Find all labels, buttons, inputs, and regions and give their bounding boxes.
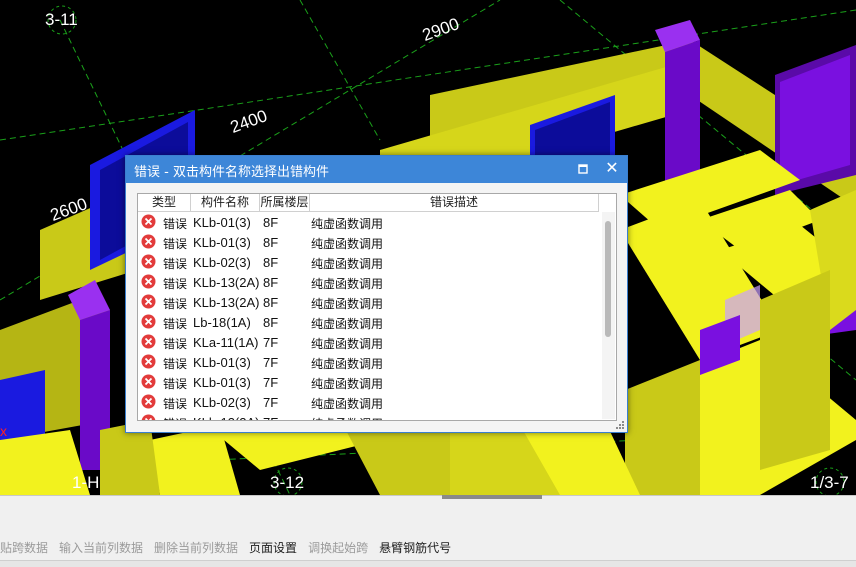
- cell-type: 错误: [163, 415, 187, 420]
- toolbar-button[interactable]: 删除当前列数据: [154, 539, 238, 556]
- toolbar-button[interactable]: 调换起始跨: [308, 539, 368, 556]
- maximize-icon[interactable]: [576, 162, 590, 176]
- cell-description: 纯虚函数调用: [311, 357, 384, 371]
- axis-label: 3-12: [270, 473, 305, 492]
- column-header-desc[interactable]: 错误描述: [310, 194, 599, 211]
- axis-label: 3-11: [45, 10, 78, 29]
- table-row[interactable]: 错误 KLb-02(3) 8F 纯虚函数调用: [138, 252, 599, 272]
- cell-description: 纯虚函数调用: [311, 217, 384, 231]
- cell-floor: 8F: [263, 315, 279, 330]
- resize-grip-icon[interactable]: [615, 420, 625, 430]
- svg-text:x: x: [0, 423, 7, 439]
- cell-description: 纯虚函数调用: [311, 337, 384, 351]
- table-row[interactable]: 错误 KLb-01(3) 7F 纯虚函数调用: [138, 352, 599, 372]
- cell-description: 纯虚函数调用: [311, 257, 384, 271]
- cell-description: 纯虚函数调用: [311, 297, 384, 311]
- toolbar-button[interactable]: 输入当前列数据: [59, 539, 143, 556]
- cell-floor: 7F: [263, 415, 278, 420]
- cell-description: 纯虚函数调用: [311, 277, 384, 291]
- error-icon: [141, 234, 156, 249]
- error-icon: [141, 414, 156, 420]
- cell-description: 纯虚函数调用: [311, 377, 384, 391]
- table-row[interactable]: 错误 KLa-11(1A) 7F 纯虚函数调用: [138, 332, 599, 352]
- dialog-titlebar[interactable]: 错误 - 双击构件名称选择出错构件 ✕: [126, 156, 627, 183]
- toolbar-button[interactable]: 悬臂钢筋代号: [379, 539, 451, 556]
- cell-floor: 8F: [263, 215, 279, 230]
- cell-floor: 8F: [263, 235, 279, 250]
- cell-floor: 8F: [263, 255, 279, 270]
- vertical-scrollbar[interactable]: [602, 212, 615, 419]
- cell-component-name[interactable]: KLa-11(1A): [193, 335, 259, 350]
- close-icon[interactable]: ✕: [604, 160, 620, 176]
- table-row[interactable]: 错误 KLb-13(2A) 8F 纯虚函数调用: [138, 272, 599, 292]
- error-dialog: 错误 - 双击构件名称选择出错构件 ✕ 类型 构件名称 所属楼层 错误描述 错误…: [125, 155, 628, 433]
- error-icon: [141, 374, 156, 389]
- cell-type: 错误: [163, 297, 188, 311]
- cell-type: 错误: [163, 337, 188, 351]
- column-header-type[interactable]: 类型: [138, 194, 191, 211]
- error-icon: [141, 294, 156, 309]
- cell-floor: 7F: [263, 375, 279, 390]
- cell-component-name[interactable]: KLb-01(3): [193, 235, 251, 250]
- cell-description: 纯虚函数调用: [311, 397, 384, 411]
- cell-floor: 7F: [263, 355, 279, 370]
- cell-component-name[interactable]: KLb-01(3): [193, 375, 251, 390]
- table-row[interactable]: 错误 KLb-01(3) 7F 纯虚函数调用: [138, 372, 599, 392]
- cell-floor: 7F: [263, 335, 279, 350]
- toolbar-button[interactable]: 粘贴跨数据: [0, 539, 48, 556]
- list-header: 类型 构件名称 所属楼层 错误描述: [138, 194, 599, 212]
- axis-label: 1/3-7: [810, 473, 849, 492]
- error-list[interactable]: 类型 构件名称 所属楼层 错误描述 错误 KLb-01(3) 8F 纯虚函数调用 错误 K…: [137, 193, 617, 421]
- cell-component-name[interactable]: KLb-13(2A): [193, 275, 259, 290]
- cell-type: 错误: [163, 277, 188, 291]
- cell-floor: 8F: [263, 295, 279, 310]
- axis-label: 1-H: [72, 473, 100, 492]
- error-icon: [141, 254, 156, 269]
- error-icon: [141, 354, 156, 369]
- cell-component-name[interactable]: Lb-18(1A): [193, 315, 251, 330]
- cell-type: 错误: [163, 357, 188, 371]
- cell-component-name[interactable]: KLb-01(3): [193, 355, 251, 370]
- toolbar-button[interactable]: 页面设置: [249, 539, 297, 556]
- column-header-name[interactable]: 构件名称: [191, 194, 260, 211]
- cell-description: 纯虚函数调用: [311, 317, 384, 331]
- table-row[interactable]: 错误 Lb-18(1A) 8F 纯虚函数调用: [138, 312, 599, 332]
- dialog-title: 错误 - 双击构件名称选择出错构件: [134, 165, 329, 180]
- cell-component-name[interactable]: KLb-13(2A): [193, 295, 259, 310]
- cell-type: 错误: [163, 237, 188, 251]
- cell-type: 错误: [163, 217, 188, 231]
- error-icon: [141, 394, 156, 409]
- error-icon: [141, 334, 156, 349]
- cell-type: 错误: [163, 317, 188, 331]
- error-icon: [141, 314, 156, 329]
- bottom-panel: 粘贴跨数据输入当前列数据删除当前列数据页面设置调换起始跨悬臂钢筋代号: [0, 495, 856, 567]
- table-row[interactable]: 错误 KLb-01(3) 8F 纯虚函数调用: [138, 232, 599, 252]
- cell-component-name[interactable]: KLb-02(3): [193, 395, 251, 410]
- scrollbar-thumb[interactable]: [605, 221, 611, 337]
- error-icon: [141, 274, 156, 289]
- cell-description: 纯虚函数调用: [311, 237, 384, 251]
- cell-component-name[interactable]: KLb-02(3): [193, 255, 251, 270]
- cell-component-name[interactable]: KLb-13(2A): [193, 415, 259, 420]
- column-header-floor[interactable]: 所属楼层: [260, 194, 310, 211]
- cell-type: 错误: [163, 257, 188, 271]
- table-row[interactable]: 错误 KLb-13(2A) 8F 纯虚函数调用: [138, 292, 599, 312]
- table-row[interactable]: 错误 KLb-01(3) 8F 纯虚函数调用: [138, 212, 599, 232]
- cell-component-name[interactable]: KLb-01(3): [193, 215, 251, 230]
- cell-floor: 8F: [263, 275, 279, 290]
- table-row[interactable]: 错误 KLb-02(3) 7F 纯虚函数调用: [138, 392, 599, 412]
- cell-description: 纯虚函数调用: [311, 415, 383, 420]
- cell-type: 错误: [163, 397, 188, 411]
- error-icon: [141, 214, 156, 229]
- table-header-strip: [0, 560, 856, 567]
- rebar-toolbar: 粘贴跨数据输入当前列数据删除当前列数据页面设置调换起始跨悬臂钢筋代号: [0, 536, 462, 558]
- cell-floor: 7F: [263, 395, 279, 410]
- table-row[interactable]: 错误 KLb-13(2A) 7F 纯虚函数调用: [138, 412, 599, 420]
- panel-splitter[interactable]: [442, 495, 542, 499]
- cell-type: 错误: [163, 377, 188, 391]
